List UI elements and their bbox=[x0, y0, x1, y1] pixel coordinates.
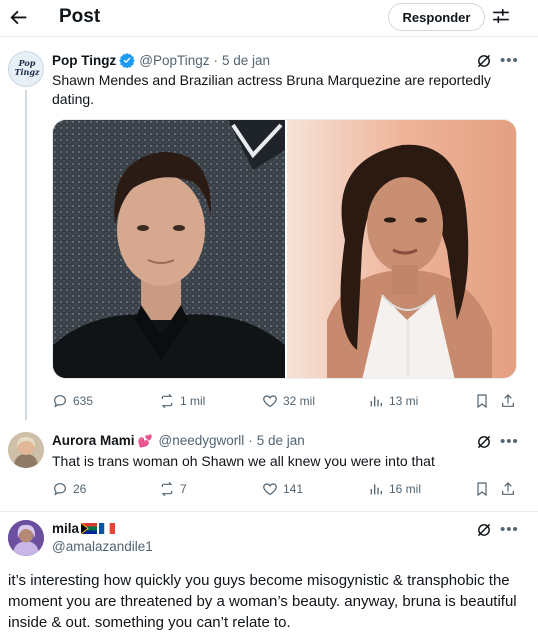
back-arrow-icon[interactable] bbox=[8, 6, 30, 28]
author-name[interactable]: mila bbox=[52, 521, 79, 536]
separator-dot: · bbox=[213, 52, 219, 68]
tweet-author-row: mila bbox=[52, 521, 116, 536]
separator-dot: · bbox=[248, 433, 253, 448]
reply-action[interactable]: 26 bbox=[52, 481, 86, 497]
grok-icon[interactable] bbox=[476, 434, 492, 450]
share-icon[interactable] bbox=[500, 481, 516, 497]
france-flag-icon bbox=[99, 523, 116, 534]
share-icon[interactable] bbox=[500, 393, 516, 409]
more-options-icon[interactable]: ••• bbox=[500, 522, 518, 541]
like-count: 141 bbox=[283, 482, 304, 496]
view-count: 13 mi bbox=[389, 394, 419, 408]
author-handle[interactable]: @amalazandile1 bbox=[52, 539, 153, 554]
avatar-poptingz[interactable]: Pop Tingz bbox=[8, 51, 44, 87]
photo-woman-illustration bbox=[287, 120, 516, 378]
tweet-actions: 26 7 141 16 mil bbox=[52, 481, 522, 501]
tweet-text: Shawn Mendes and Brazilian actress Bruna… bbox=[52, 72, 491, 107]
reply-button[interactable]: Responder bbox=[388, 3, 485, 31]
avatar-logo-text: Pop Tingz bbox=[14, 58, 40, 77]
reply-icon bbox=[54, 483, 66, 496]
grok-icon[interactable] bbox=[476, 53, 492, 69]
reply-action[interactable]: 635 bbox=[52, 393, 93, 409]
more-options-icon[interactable]: ••• bbox=[500, 53, 518, 72]
tweet-actions: 635 1 mil 32 mil 13 mi bbox=[52, 393, 522, 413]
author-name[interactable]: Pop Tingz bbox=[52, 53, 116, 68]
repost-count: 1 mil bbox=[180, 394, 206, 408]
like-action[interactable]: 32 mil bbox=[262, 393, 315, 409]
heart-icon bbox=[263, 483, 277, 496]
repost-count: 7 bbox=[180, 482, 187, 496]
bookmark-icon[interactable] bbox=[474, 481, 490, 497]
photo-shawn-mendes[interactable] bbox=[53, 120, 285, 378]
tweet-text: it’s interesting how quickly you guys be… bbox=[8, 572, 517, 631]
views-action[interactable]: 16 mil bbox=[368, 481, 421, 497]
author-handle[interactable]: @PopTingz bbox=[139, 53, 209, 68]
reply-count: 26 bbox=[73, 482, 87, 496]
repost-icon bbox=[161, 393, 173, 409]
heart-emoji-icon: 💕 bbox=[137, 433, 153, 448]
tweet-author-row: Aurora Mami 💕 @needygworll · 5 de jan bbox=[52, 433, 305, 448]
avatar-mila[interactable] bbox=[8, 520, 44, 556]
views-chart-icon bbox=[370, 484, 382, 495]
bookmark-icon[interactable] bbox=[474, 393, 490, 409]
author-name[interactable]: Aurora Mami bbox=[52, 433, 135, 448]
like-count: 32 mil bbox=[283, 394, 316, 408]
like-action[interactable]: 141 bbox=[262, 481, 303, 497]
header-divider bbox=[0, 36, 538, 37]
thread-line bbox=[25, 90, 27, 420]
photo-bruna-marquezine[interactable] bbox=[285, 120, 516, 378]
south-africa-flag-icon bbox=[81, 523, 98, 534]
author-handle[interactable]: @needygworll bbox=[158, 433, 244, 448]
tweet-divider bbox=[0, 511, 538, 512]
reply-icon bbox=[54, 395, 66, 408]
tweet-media[interactable] bbox=[52, 119, 517, 379]
views-chart-icon bbox=[370, 396, 382, 407]
tweet-handle-row: @amalazandile1 bbox=[52, 539, 153, 554]
avatar-image bbox=[8, 520, 44, 556]
photo-man-illustration bbox=[53, 120, 285, 378]
grok-icon[interactable] bbox=[476, 522, 492, 538]
tweet-date[interactable]: 5 de jan bbox=[257, 433, 305, 448]
verified-badge-icon bbox=[119, 53, 135, 68]
views-action[interactable]: 13 mi bbox=[368, 393, 418, 409]
repost-action[interactable]: 7 bbox=[159, 481, 187, 497]
tweet-text: That is trans woman oh Shawn we all knew… bbox=[52, 453, 435, 469]
avatar-aurora-mami[interactable] bbox=[8, 432, 44, 468]
more-options-icon[interactable]: ••• bbox=[500, 434, 518, 453]
post-header: Post Responder bbox=[0, 0, 538, 36]
tweet-author-row: Pop Tingz @PopTingz · 5 de jan bbox=[52, 52, 270, 68]
page-title: Post bbox=[59, 6, 101, 27]
reply-count: 635 bbox=[73, 394, 94, 408]
view-count: 16 mil bbox=[389, 482, 422, 496]
tweet-date[interactable]: 5 de jan bbox=[222, 53, 270, 68]
repost-icon bbox=[161, 481, 173, 497]
heart-icon bbox=[263, 395, 277, 408]
avatar-image bbox=[8, 432, 44, 468]
repost-action[interactable]: 1 mil bbox=[159, 393, 205, 409]
filter-settings-icon[interactable] bbox=[492, 7, 510, 25]
